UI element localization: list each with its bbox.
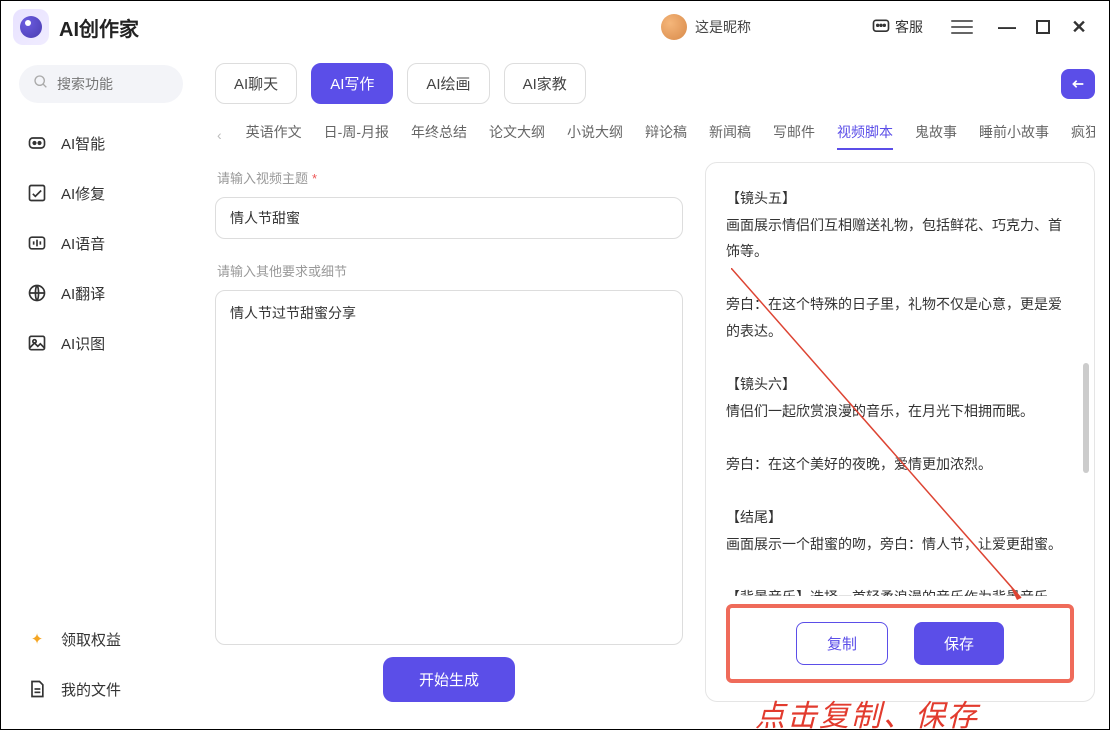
titlebar: AI创作家 这是昵称 客服 — ✕ [1, 1, 1109, 53]
sub-item-crazy[interactable]: 疯狂 [1071, 122, 1095, 148]
output-text: 【镜头五】 画面展示情侣们互相赠送礼物，包括鲜花、巧克力、首饰等。 旁白：在这个… [726, 185, 1074, 596]
file-icon [27, 679, 47, 699]
sub-item-bedtime-story[interactable]: 睡前小故事 [979, 122, 1049, 148]
customer-service-label: 客服 [895, 17, 923, 37]
input-panel: 请输入视频主题* 请输入其他要求或细节 开始生成 [215, 162, 683, 702]
sidebar-item-ai-repair[interactable]: AI修复 [19, 171, 183, 215]
sub-item-ghost-story[interactable]: 鬼故事 [915, 122, 957, 148]
output-panel: 【镜头五】 画面展示情侣们互相赠送礼物，包括鲜花、巧克力、首饰等。 旁白：在这个… [705, 162, 1095, 702]
sidebar-item-myfiles[interactable]: 我的文件 [19, 667, 183, 711]
back-button[interactable] [1061, 69, 1095, 99]
main-area: AI聊天 AI写作 AI绘画 AI家教 ‹ 英语作文 日-周-月报 年终总结 论… [201, 53, 1109, 729]
app-logo [13, 9, 49, 45]
sidebar-item-rewards[interactable]: ✦ 领取权益 [19, 617, 183, 661]
sidebar-item-label: AI修复 [61, 183, 105, 204]
image-icon [27, 333, 47, 353]
sub-item-novel-outline[interactable]: 小说大纲 [567, 122, 623, 148]
sub-item-video-script[interactable]: 视频脚本 [837, 122, 893, 148]
back-icon [1070, 76, 1086, 92]
translate-icon [27, 283, 47, 303]
sidebar-item-ai-translate[interactable]: AI翻译 [19, 271, 183, 315]
sidebar-item-label: 领取权益 [61, 629, 121, 650]
copy-button[interactable]: 复制 [796, 622, 888, 665]
sub-item-english[interactable]: 英语作文 [246, 122, 302, 148]
tab-ai-chat[interactable]: AI聊天 [215, 63, 297, 104]
save-button[interactable]: 保存 [914, 622, 1004, 665]
customer-service-button[interactable]: 客服 [871, 17, 923, 37]
chat-icon [871, 17, 891, 37]
sidebar-item-label: AI识图 [61, 333, 105, 354]
tab-ai-draw[interactable]: AI绘画 [407, 63, 489, 104]
tab-ai-write[interactable]: AI写作 [311, 63, 393, 104]
sidebar-item-label: AI智能 [61, 133, 105, 154]
search-box[interactable] [19, 65, 183, 103]
minimize-button[interactable]: — [989, 9, 1025, 45]
sidebar-item-label: AI语音 [61, 233, 105, 254]
avatar[interactable] [661, 14, 687, 40]
sidebar: AI智能 AI修复 AI语音 AI翻译 AI识图 ✦ 领取权益 我的文件 [1, 53, 201, 729]
reward-icon: ✦ [27, 629, 47, 649]
sub-item-email[interactable]: 写邮件 [773, 122, 815, 148]
sub-item-news[interactable]: 新闻稿 [709, 122, 751, 148]
sub-item-report[interactable]: 日-周-月报 [324, 122, 389, 148]
scrollbar-thumb[interactable] [1083, 363, 1089, 473]
sub-item-debate[interactable]: 辩论稿 [645, 122, 687, 148]
sidebar-item-ai-smart[interactable]: AI智能 [19, 121, 183, 165]
annotation-text: 点击复制、保存 [755, 691, 979, 729]
voice-icon [27, 233, 47, 253]
sub-item-year-summary[interactable]: 年终总结 [411, 122, 467, 148]
main-tabs: AI聊天 AI写作 AI绘画 AI家教 [215, 63, 1095, 104]
sidebar-item-label: AI翻译 [61, 283, 105, 304]
generate-button[interactable]: 开始生成 [383, 657, 515, 702]
menu-icon[interactable] [951, 16, 973, 38]
sidebar-item-label: 我的文件 [61, 679, 121, 700]
nickname: 这是昵称 [695, 17, 751, 37]
subnav-prev[interactable]: ‹ [215, 127, 224, 143]
action-highlight-box: 复制 保存 [726, 604, 1074, 683]
tab-ai-tutor[interactable]: AI家教 [504, 63, 586, 104]
repair-icon [27, 183, 47, 203]
maximize-button[interactable] [1025, 9, 1061, 45]
subnav: ‹ 英语作文 日-周-月报 年终总结 论文大纲 小说大纲 辩论稿 新闻稿 写邮件… [215, 114, 1095, 162]
detail-textarea[interactable] [215, 290, 683, 645]
sidebar-item-ai-voice[interactable]: AI语音 [19, 221, 183, 265]
close-button[interactable]: ✕ [1061, 9, 1097, 45]
detail-label: 请输入其他要求或细节 [217, 261, 683, 280]
topic-label: 请输入视频主题* [217, 168, 683, 187]
sidebar-item-ai-image[interactable]: AI识图 [19, 321, 183, 365]
app-title: AI创作家 [59, 13, 139, 42]
search-icon [33, 74, 49, 95]
sub-item-thesis-outline[interactable]: 论文大纲 [489, 122, 545, 148]
topic-input[interactable] [215, 197, 683, 239]
smart-icon [27, 133, 47, 153]
